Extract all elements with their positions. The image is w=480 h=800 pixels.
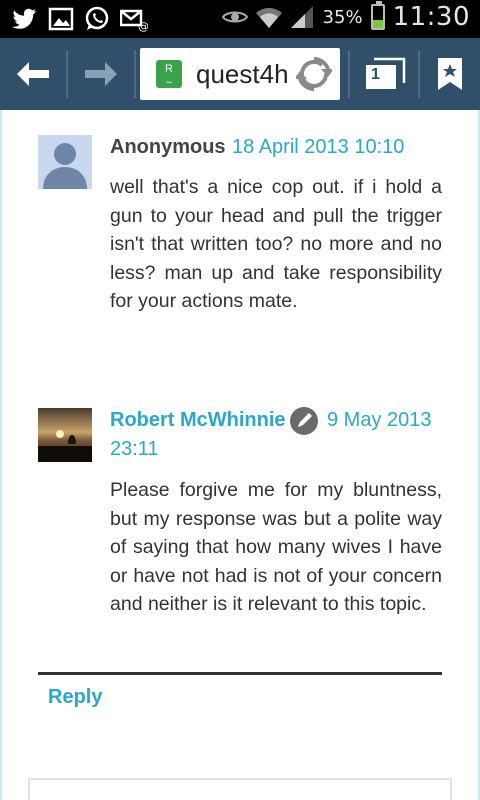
tab-count: 1 bbox=[371, 66, 380, 83]
signal-icon bbox=[289, 4, 315, 30]
twitter-icon bbox=[12, 6, 38, 32]
back-button[interactable] bbox=[0, 38, 66, 110]
battery-percent: 35% bbox=[322, 6, 363, 28]
blog-author-icon bbox=[290, 407, 318, 435]
bookmark-star-icon bbox=[438, 58, 462, 90]
comment-body: well that's a nice cop out. if i hold a … bbox=[110, 176, 442, 312]
clock: 11:30 bbox=[392, 2, 470, 32]
tabs-button[interactable]: 1 bbox=[352, 38, 418, 110]
notification-icons: @ bbox=[12, 6, 149, 33]
default-user-icon bbox=[38, 135, 92, 189]
avatar bbox=[38, 408, 92, 462]
comment-author-link[interactable]: Robert McWhinnie bbox=[110, 409, 286, 432]
wifi-icon bbox=[255, 4, 282, 30]
toolbar-divider bbox=[348, 50, 350, 98]
toolbar-divider bbox=[134, 50, 136, 98]
thread-divider bbox=[38, 672, 442, 675]
comment-date-link[interactable]: 18 April 2013 10:10 bbox=[232, 136, 404, 159]
bookmark-button[interactable] bbox=[420, 38, 480, 110]
svg-text:@: @ bbox=[138, 20, 148, 32]
whatsapp-icon bbox=[84, 6, 110, 32]
url-text: quest4h bbox=[196, 59, 288, 89]
site-favicon-icon: R ~ bbox=[156, 60, 182, 89]
system-status: 35% 11:30 bbox=[221, 1, 470, 32]
avatar bbox=[38, 135, 92, 189]
comment-body: Please forgive me for my bluntness, but … bbox=[110, 479, 442, 615]
gallery-icon bbox=[48, 6, 74, 32]
comment-time-link[interactable]: 23:11 bbox=[110, 438, 159, 461]
eye-icon bbox=[221, 4, 248, 30]
reload-button[interactable] bbox=[294, 56, 334, 92]
arrow-left-icon bbox=[17, 62, 49, 86]
reply-link[interactable]: Reply bbox=[48, 686, 102, 709]
email-icon: @ bbox=[119, 6, 149, 33]
arrow-right-icon bbox=[85, 62, 117, 86]
comments-section: Anonymous 18 April 2013 10:10 well that'… bbox=[0, 110, 480, 800]
address-bar[interactable]: R ~ quest4h bbox=[140, 48, 340, 100]
battery-icon bbox=[370, 1, 385, 30]
forward-button[interactable] bbox=[68, 38, 134, 110]
comment-date-link[interactable]: 9 May 2013 bbox=[327, 409, 432, 432]
reload-icon bbox=[294, 57, 334, 91]
comment-author: Anonymous bbox=[110, 136, 226, 158]
browser-toolbar: R ~ quest4h 1 bbox=[0, 38, 480, 110]
user-photo bbox=[38, 408, 92, 462]
comment-form-box[interactable] bbox=[28, 778, 452, 800]
status-bar: @ 35% 11:30 bbox=[0, 0, 480, 38]
